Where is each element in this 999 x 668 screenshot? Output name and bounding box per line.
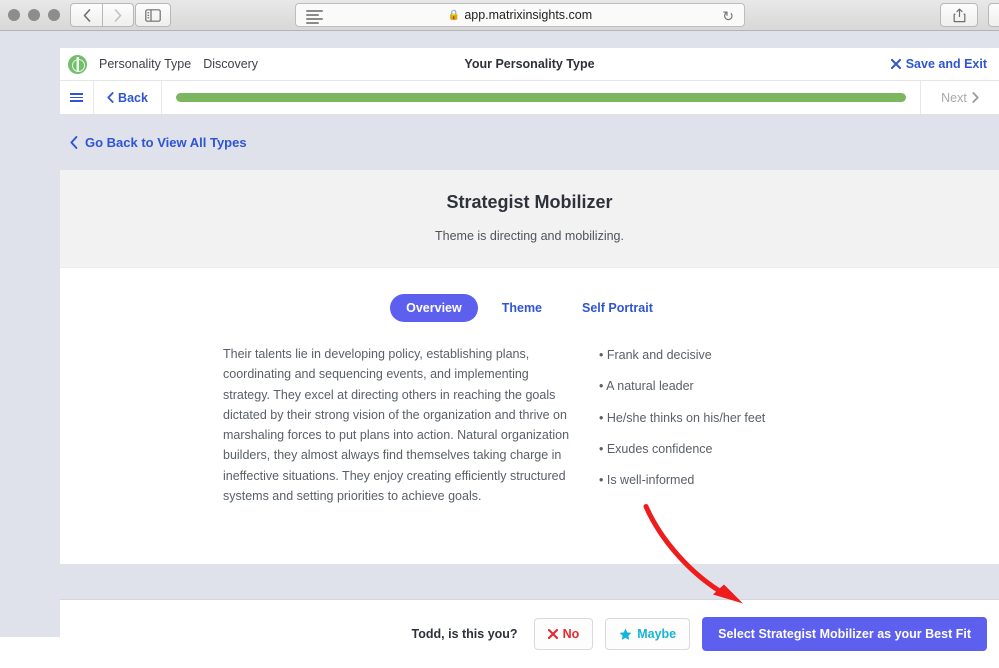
type-description: Their talents lie in developing policy, … [223, 347, 570, 503]
browser-forward-button[interactable] [102, 3, 134, 27]
progress-bar [162, 81, 921, 114]
breadcrumb-label: Go Back to View All Types [85, 135, 247, 150]
header-section-name[interactable]: Discovery [203, 57, 258, 71]
tab-theme[interactable]: Theme [486, 294, 558, 322]
header-product-name[interactable]: Personality Type [99, 57, 191, 71]
select-best-fit-button[interactable]: Select Strategist Mobilizer as your Best… [702, 617, 987, 651]
menu-button[interactable] [60, 81, 94, 114]
wizard-back-label: Back [118, 90, 148, 105]
window-traffic-lights [8, 9, 60, 21]
page-background: Personality Type Discovery Your Personal… [0, 31, 999, 668]
browser-back-button[interactable] [70, 3, 102, 27]
trait-item: • A natural leader [599, 379, 694, 394]
type-tabs: Overview Theme Self Portrait [80, 294, 979, 322]
type-card-header: Strategist Mobilizer Theme is directing … [60, 170, 999, 268]
answer-maybe-button[interactable]: Maybe [605, 618, 691, 650]
close-x-icon [890, 59, 901, 69]
type-card-body: Overview Theme Self Portrait Their talents… [60, 268, 999, 564]
chevron-left-icon [83, 8, 90, 22]
app-header-bar: Personality Type Discovery Your Personal… [60, 48, 999, 81]
app-content-column: Personality Type Discovery Your Personal… [60, 48, 999, 564]
maximize-window-button[interactable] [48, 9, 60, 21]
url-text: app.matrixinsights.com [464, 8, 593, 22]
answer-no-label: No [562, 627, 580, 641]
minimize-window-button[interactable] [28, 9, 40, 21]
sidebar-toggle-icon [145, 8, 161, 22]
chevron-left-icon [70, 136, 78, 149]
confirm-question: Todd, is this you? [411, 627, 518, 641]
browser-nav-buttons [70, 3, 134, 27]
browser-tabs-button[interactable] [988, 3, 999, 27]
type-title: Strategist Mobilizer [446, 192, 613, 212]
chevron-right-icon [972, 92, 979, 103]
answer-maybe-label: Maybe [637, 627, 677, 641]
personality-type-card: Strategist Mobilizer Theme is directing … [60, 170, 999, 564]
answer-no-button[interactable]: No [533, 618, 594, 650]
hamburger-menu-icon [70, 91, 83, 104]
browser-chrome: 🔒 app.matrixinsights.com ↻ [0, 0, 999, 31]
trait-item: • Is well-informed [599, 473, 695, 487]
chevron-right-icon [114, 8, 122, 22]
wizard-nav-row: Back Next [60, 81, 999, 115]
progress-fill [176, 93, 906, 102]
reload-icon[interactable]: ↻ [722, 8, 734, 25]
trait-item: • Frank and decisive [599, 348, 712, 362]
wizard-next-button[interactable]: Next [921, 81, 999, 114]
compass-wheel-logo-icon [68, 54, 87, 74]
wizard-next-label: Next [941, 90, 967, 105]
tab-self-portrait[interactable]: Self Portrait [566, 294, 669, 322]
action-bar: Todd, is this you? No Maybe Select Strat… [60, 599, 999, 668]
share-button[interactable] [940, 3, 978, 27]
tab-overview[interactable]: Overview [390, 294, 478, 322]
type-content-columns: Their talents lie in developing policy, … [80, 344, 979, 506]
page-title: Your Personality Type [464, 57, 595, 71]
url-text-group: 🔒 app.matrixinsights.com [296, 8, 744, 22]
trait-item: • Exudes confidence [599, 441, 713, 456]
trait-item: • He/she thinks on his/her feet [599, 410, 766, 425]
chevron-left-icon [107, 92, 114, 103]
url-bar[interactable]: 🔒 app.matrixinsights.com ↻ [295, 3, 745, 27]
lock-icon: 🔒 [447, 9, 461, 21]
star-icon [619, 628, 632, 640]
share-icon [953, 8, 965, 22]
sidebar-toggle-button[interactable] [135, 3, 171, 27]
save-and-exit-button[interactable]: Save and Exit [890, 57, 987, 71]
x-mark-icon [547, 629, 558, 639]
description-column: Their talents lie in developing policy, … [223, 344, 575, 506]
breadcrumb-go-back-link[interactable]: Go Back to View All Types [60, 135, 247, 150]
traits-column: • Frank and decisive • A natural leader • … [599, 344, 799, 506]
save-and-exit-label: Save and Exit [905, 57, 987, 71]
type-subtitle: Theme is directing and mobilizing. [435, 229, 624, 243]
wizard-back-button[interactable]: Back [94, 81, 162, 114]
progress-track [176, 93, 906, 102]
reader-view-icon[interactable] [306, 10, 323, 24]
close-window-button[interactable] [8, 9, 20, 21]
